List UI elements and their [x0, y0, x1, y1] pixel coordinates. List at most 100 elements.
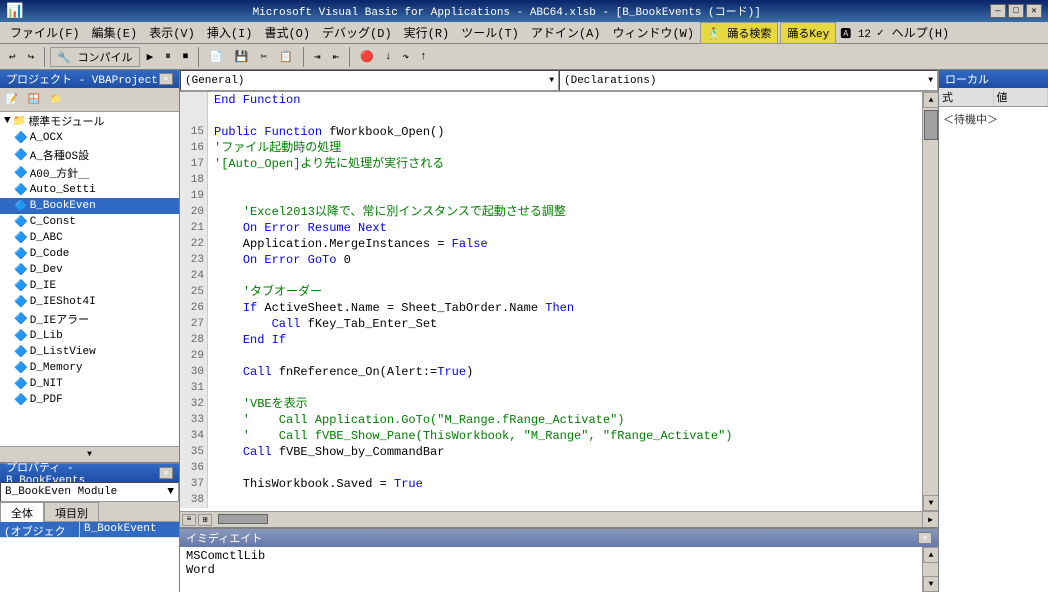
toolbar-redo[interactable]: ↪ [23, 46, 40, 68]
outdent-button[interactable]: ⇤ [328, 46, 345, 68]
tree-d-lib[interactable]: 🔷 D_Lib [0, 328, 179, 344]
menu-format[interactable]: 書式(O) [258, 22, 316, 43]
view-code-icon[interactable]: ≡ [182, 514, 196, 526]
hscroll-right-btn[interactable]: ▶ [922, 512, 938, 527]
project-close-button[interactable]: ✕ [159, 73, 173, 85]
general-dropdown-value: (General) [185, 75, 244, 87]
scroll-thumb[interactable] [924, 110, 938, 140]
immediate-scroll-up[interactable]: ▲ [923, 547, 938, 563]
cut-button[interactable]: ✂ [256, 46, 273, 68]
step-out[interactable]: ↑ [415, 46, 432, 68]
code-vscrollbar[interactable]: ▲ ▼ [922, 92, 938, 511]
hscrollbar[interactable] [214, 512, 922, 527]
immediate-line-2: Word [186, 563, 916, 577]
menu-addin[interactable]: アドイン(A) [525, 22, 607, 43]
tree-d-ie[interactable]: 🔷 D_IE [0, 278, 179, 294]
tree-c-const[interactable]: 🔷 C_Const [0, 214, 179, 230]
code-line-19: 19 [180, 188, 922, 204]
left-panel: プロジェクト - VBAProject ✕ 📝 🪟 📁 ▼ 📁 標準モジュール … [0, 70, 180, 592]
hscroll-thumb[interactable] [218, 514, 268, 524]
menu-key[interactable]: 踊るKey [780, 22, 836, 44]
line-num [180, 92, 208, 108]
save-button[interactable]: 💾 [230, 46, 254, 68]
tree-d-dev[interactable]: 🔷 D_Dev [0, 262, 179, 278]
tab-items[interactable]: 項目別 [44, 502, 99, 521]
run-button[interactable]: ▶ [142, 46, 159, 68]
menu-window[interactable]: ウィンドウ(W) [606, 22, 700, 43]
tree-d-memory[interactable]: 🔷 D_Memory [0, 360, 179, 376]
immediate-line-1: MSComctlLib [186, 549, 916, 563]
menu-check: ✓ [875, 24, 886, 42]
immediate-close-button[interactable]: ✕ [918, 532, 932, 544]
code-dropdowns: (General) ▼ (Declarations) ▼ [180, 70, 938, 92]
menu-run[interactable]: 実行(R) [398, 22, 456, 43]
menu-file[interactable]: ファイル(F) [4, 22, 86, 43]
tree-root[interactable]: ▼ 📁 標準モジュール [0, 112, 179, 130]
immediate-content[interactable]: MSComctlLib Word [180, 547, 922, 592]
properties-row-name[interactable]: (オブジェクト名) B_BookEvent [0, 522, 179, 538]
project-tree[interactable]: ▼ 📁 標準モジュール 🔷 A_OCX 🔷 A_各種OS設 🔷 A00_方針＿ [0, 112, 179, 446]
toolbar-sep2 [198, 47, 199, 67]
properties-dropdown[interactable]: B_BookEven Module ▼ [0, 482, 179, 502]
stop-button[interactable]: ⏹ [178, 46, 194, 68]
tree-d-code[interactable]: 🔷 D_Code [0, 246, 179, 262]
menu-view[interactable]: 表示(V) [143, 22, 201, 43]
toolbar-undo[interactable]: ↩ [4, 46, 21, 68]
tree-a00[interactable]: 🔷 A00_方針＿ [0, 164, 179, 182]
properties-close-button[interactable]: ✕ [159, 467, 173, 479]
tree-d-ieshot[interactable]: 🔷 D_IEShot4I [0, 294, 179, 310]
module-icon: 🔷 [14, 345, 28, 359]
menu-edit[interactable]: 編集(E) [86, 22, 144, 43]
maximize-button[interactable]: □ [1008, 4, 1024, 18]
menu-help[interactable]: ヘルプ(H) [886, 22, 956, 43]
minimize-button[interactable]: — [990, 4, 1006, 18]
scroll-down-button[interactable]: ▼ [923, 495, 938, 511]
view-code-button[interactable]: 📝 [2, 91, 22, 109]
right-panel: ローカル 式 値 ＜待機中＞ [938, 70, 1048, 592]
breakpoint-button[interactable]: 🔴 [355, 46, 379, 68]
scroll-track[interactable] [923, 108, 938, 495]
code-editor[interactable]: End Function 15 Public Function fWorkboo… [180, 92, 922, 511]
indent-button[interactable]: ⇥ [309, 46, 326, 68]
step-over[interactable]: ↷ [397, 46, 414, 68]
tree-a-ocx[interactable]: 🔷 A_OCX [0, 130, 179, 146]
declarations-dropdown[interactable]: (Declarations) ▼ [559, 70, 938, 91]
line-num: 23 [180, 252, 208, 268]
tree-d-abc[interactable]: 🔷 D_ABC [0, 230, 179, 246]
menu-search[interactable]: 🕺 踊る検索 [700, 22, 778, 44]
properties-dropdown-arrow: ▼ [167, 486, 174, 498]
line-content [208, 172, 221, 188]
toggle-folders-button[interactable]: 📁 [46, 91, 66, 109]
close-button[interactable]: ✕ [1026, 4, 1042, 18]
properties-dropdown-value: B_BookEven Module [5, 486, 117, 498]
general-dropdown[interactable]: (General) ▼ [180, 70, 559, 91]
scroll-up-button[interactable]: ▲ [923, 92, 938, 108]
tree-d-nit[interactable]: 🔷 D_NIT [0, 376, 179, 392]
copy-button[interactable]: 📋 [274, 46, 298, 68]
immediate-vscrollbar[interactable]: ▲ ▼ [922, 547, 938, 592]
tree-d-pdf[interactable]: 🔷 D_PDF [0, 392, 179, 408]
tab-all[interactable]: 全体 [0, 502, 44, 522]
menu-debug[interactable]: デバッグ(D) [316, 22, 398, 43]
line-num: 29 [180, 348, 208, 364]
immediate-scroll-track[interactable] [923, 563, 938, 576]
line-content: On Error Resume Next [208, 220, 387, 236]
immediate-title: イミディエイト [186, 530, 262, 546]
step-into[interactable]: ↓ [380, 46, 397, 68]
menu-insert[interactable]: 挿入(I) [201, 22, 259, 43]
new-button[interactable]: 📄 [204, 46, 228, 68]
tree-d-listview[interactable]: 🔷 D_ListView [0, 344, 179, 360]
compile-button[interactable]: 🔧 コンパイル [50, 47, 139, 67]
code-line-blank1 [180, 108, 922, 124]
immediate-scroll-down[interactable]: ▼ [923, 576, 938, 592]
menu-tools[interactable]: ツール(T) [455, 22, 525, 43]
tree-auto-setti[interactable]: 🔷 Auto_Setti [0, 182, 179, 198]
view-form-icon[interactable]: ⊞ [198, 514, 212, 526]
tree-b-bookevents[interactable]: 🔷 B_BookEven [0, 198, 179, 214]
module-label: D_ABC [30, 232, 63, 244]
view-object-button[interactable]: 🪟 [24, 91, 44, 109]
pause-button[interactable]: ⏸ [160, 46, 176, 68]
tree-a-os[interactable]: 🔷 A_各種OS設 [0, 146, 179, 164]
tree-d-iealert[interactable]: 🔷 D_IEアラー [0, 310, 179, 328]
code-line-14: End Function [180, 92, 922, 108]
